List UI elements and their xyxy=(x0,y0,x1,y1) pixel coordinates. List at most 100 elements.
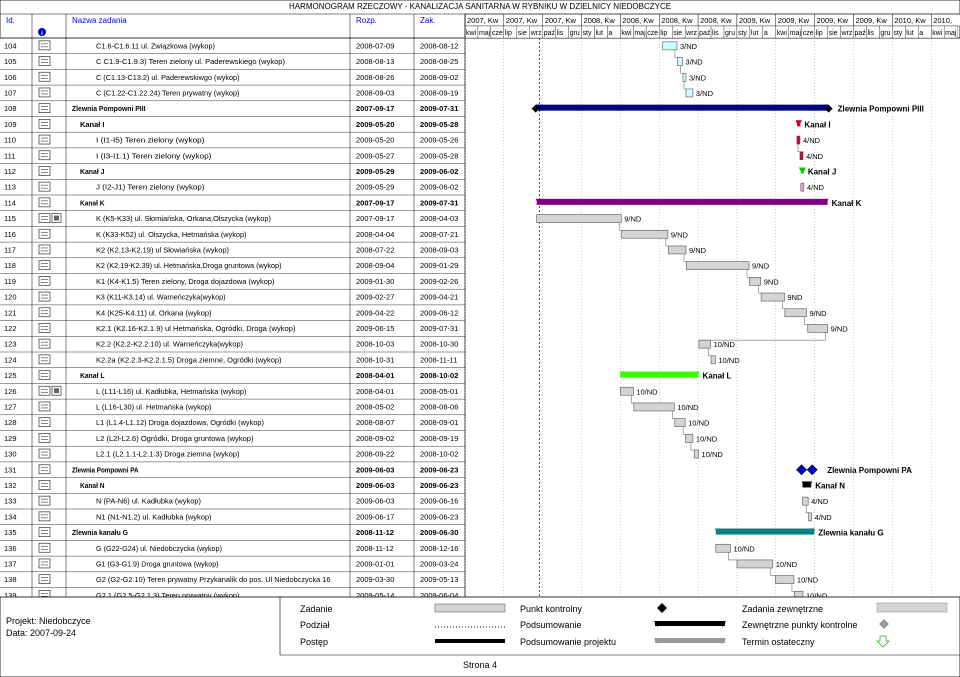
note-icon[interactable] xyxy=(38,213,51,223)
note-icon[interactable] xyxy=(38,134,51,145)
gantt-bar[interactable]: 10/ND xyxy=(710,355,740,365)
gantt-bar[interactable]: Kanał I xyxy=(795,120,831,129)
note-icon[interactable] xyxy=(38,527,51,537)
note-icon[interactable] xyxy=(38,71,51,82)
gantt-bar[interactable]: Kanał L xyxy=(619,371,732,381)
table-row[interactable]: 107 C (C1.22-C1.22.24) Teren prywatny (wy… xyxy=(0,87,465,102)
note-icon[interactable] xyxy=(38,103,51,114)
table-row[interactable]: 113 J (I2-J1) Teren zielony (wykop) 2009-0… xyxy=(0,181,465,196)
table-row[interactable]: 116 K (K33-K52) ul. Olszycka, Hetmańska (… xyxy=(0,228,465,243)
table-row[interactable]: 128 L1 (L1.4-L1.12) Droga dojazdowa, Ogró… xyxy=(0,417,465,431)
table-row[interactable]: 136 G (G22-G24) ul. Niedobczycka (wykop) 2… xyxy=(0,542,465,557)
table-row[interactable]: 106 C (C1.13-C13.2) ul. Paderewskiwgo (wy… xyxy=(0,71,465,86)
table-row[interactable]: 121 K4 (K25-K4.11) ul. Orkana (wykop) 2009… xyxy=(0,307,465,321)
calendar-icon[interactable] xyxy=(51,213,62,223)
gantt-bar[interactable]: 3/ND xyxy=(662,41,698,58)
gantt-bar[interactable]: Zlewnia Pompowni PIII xyxy=(531,104,924,114)
note-icon[interactable] xyxy=(38,291,51,302)
gantt-bar[interactable]: 10/ND xyxy=(620,386,658,404)
table-row[interactable]: 134 N1 (N1-N1.2) ul. Kadłubka (wykop) 2009… xyxy=(0,511,465,525)
table-row[interactable]: 120 K3 (K11-K3.14) ul. Warneńczyka(wykop)… xyxy=(0,291,465,306)
gantt-bar[interactable]: 10/ND xyxy=(736,559,798,576)
gantt-bar[interactable]: 4/ND xyxy=(808,512,833,522)
table-row[interactable]: 135 Zlewnia kanału G 2008-11-12 2009-06-30 xyxy=(0,527,465,541)
table-row[interactable]: 104 C1.6-C1.6.11 ul. Związkowa (wykop) 200… xyxy=(0,40,465,54)
note-icon[interactable] xyxy=(38,574,51,585)
gantt-bar[interactable]: 10/ND xyxy=(775,575,819,592)
table-row[interactable]: 131 Zlewnia Pompowni PA 2009-06-03 2009-06-… xyxy=(0,464,465,478)
table-row[interactable]: 114 Kanał K 2007-09-17 2009-07-31 xyxy=(0,197,465,211)
note-icon[interactable] xyxy=(38,401,51,412)
note-icon[interactable] xyxy=(38,228,51,239)
gantt-bar[interactable]: 9ND xyxy=(749,277,779,294)
note-icon[interactable] xyxy=(38,166,51,176)
note-icon[interactable] xyxy=(38,118,51,129)
table-row[interactable]: 129 L2 (L2l-L2.6) Ogródki, Droga gruntowa… xyxy=(0,433,465,447)
table-row[interactable]: 125 Kanał L 2008-04-01 2008-10-02 xyxy=(0,370,465,384)
table-row[interactable]: 110 I (I1-I5) Teren zielony (wykop) 2009-0… xyxy=(0,134,465,149)
gantt-bar[interactable]: 9/ND xyxy=(621,229,689,247)
gantt-bar[interactable]: 10/ND xyxy=(685,434,718,451)
gantt-bar[interactable]: 9/ND xyxy=(536,214,642,231)
table-row[interactable]: 127 L (L16-L30) ul. Hetmańska (wykop) 2008… xyxy=(0,401,465,415)
gantt-bar[interactable]: 9/ND xyxy=(668,245,707,262)
note-icon[interactable] xyxy=(38,244,51,255)
note-icon[interactable] xyxy=(38,558,51,569)
table-row[interactable]: 137 G1 (G3-G1.9) Droga gruntowa (wykop) 20… xyxy=(0,558,465,572)
gantt-bar[interactable]: 10/ND xyxy=(674,418,710,435)
note-icon[interactable] xyxy=(38,197,51,208)
gantt-bar[interactable]: 10/ND xyxy=(633,402,699,419)
table-row[interactable]: 108 Zlewnia Pompowni PIII 2007-09-17 2009-0… xyxy=(0,103,465,117)
table-row[interactable]: 130 L2.1 (L2.1.1-L2.1.3) Droga ziemna (wy… xyxy=(0,448,465,463)
gantt-bar[interactable]: 3/ND xyxy=(685,88,714,98)
gantt-bar[interactable]: 10/ND xyxy=(715,543,756,561)
table-row[interactable]: 133 N (PA-N6) ul. Kadłubka (wykop) 2009-06… xyxy=(0,495,465,510)
table-row[interactable]: 105 C C1.9-C1.9.3) Teren zielony ul. Pade… xyxy=(0,56,465,70)
gantt-bar[interactable]: 3/ND xyxy=(677,57,703,74)
note-icon[interactable] xyxy=(38,323,51,333)
gantt-bar[interactable]: 9/ND xyxy=(686,261,770,278)
table-row[interactable]: 123 K2.2 (K2.2-K2.2.10) ul. Warneńczyka(w… xyxy=(0,338,465,353)
table-row[interactable]: 132 Kanał N 2009-06-03 2009-06-23 xyxy=(0,480,465,494)
note-icon[interactable] xyxy=(38,385,51,396)
table-row[interactable]: 126 L (L11-L16) ul. Kadłubka, Hetmańska (… xyxy=(0,385,465,400)
gantt-bar[interactable]: 4/ND xyxy=(799,151,824,161)
gantt-bar[interactable]: 4/ND xyxy=(800,182,825,192)
gantt-bar[interactable]: 9/ND xyxy=(698,324,848,341)
note-icon[interactable] xyxy=(38,448,51,459)
gantt-bar[interactable]: 9/ND xyxy=(784,308,827,325)
table-row[interactable]: 119 K1 (K4-K1.5) Teren zielony, Droga doj… xyxy=(0,276,465,290)
gantt-bar[interactable]: 10/ND xyxy=(698,339,735,357)
gantt-bar[interactable]: 4/ND xyxy=(802,496,829,514)
calendar-icon[interactable] xyxy=(51,385,62,396)
note-icon[interactable] xyxy=(38,495,51,506)
note-icon[interactable] xyxy=(38,150,51,161)
table-row[interactable]: 122 K2.1 (K2.16-K2.1.9) ul Hetmańska, Ogr… xyxy=(0,323,465,337)
table-row[interactable]: 138 G2 (G2-G2.10) Teren prywatny Przykana… xyxy=(0,574,465,588)
note-icon[interactable] xyxy=(38,87,51,98)
note-icon[interactable] xyxy=(38,260,51,270)
note-icon[interactable] xyxy=(38,511,51,522)
table-row[interactable]: 117 K2 (K2.13-K2.19) ul Słowiańska (wykop… xyxy=(0,244,465,258)
gantt-bar[interactable]: 3/ND xyxy=(682,72,707,90)
note-icon[interactable] xyxy=(38,354,51,365)
table-row[interactable]: 112 Kanał J 2009-05-29 2009-06-02 xyxy=(0,166,465,180)
note-icon[interactable] xyxy=(38,40,51,51)
note-icon[interactable] xyxy=(38,480,51,490)
note-icon[interactable] xyxy=(38,417,51,427)
gantt-bar[interactable]: Zlewnia kanału G xyxy=(714,528,884,538)
note-icon[interactable] xyxy=(38,542,51,553)
note-icon[interactable] xyxy=(38,307,51,318)
gantt-bar[interactable]: 10/ND xyxy=(693,449,723,459)
table-row[interactable]: 111 I (I3-I1.1) Teren zielony (wykop) 2009… xyxy=(0,150,465,164)
note-icon[interactable] xyxy=(38,370,51,380)
table-row[interactable]: 124 K2.2a (K2.2.3-K2.2.1.5) Droga ziemne,… xyxy=(0,354,465,368)
gantt-bar[interactable]: Kanał K xyxy=(535,198,862,208)
gantt-bar[interactable]: Kanał N xyxy=(801,481,846,490)
note-icon[interactable] xyxy=(38,56,51,66)
note-icon[interactable] xyxy=(38,433,51,443)
note-icon[interactable] xyxy=(38,181,51,192)
note-icon[interactable] xyxy=(38,464,51,475)
gantt-bar[interactable]: 4/ND xyxy=(796,135,821,153)
gantt-bar[interactable]: Kanał J xyxy=(798,167,836,176)
